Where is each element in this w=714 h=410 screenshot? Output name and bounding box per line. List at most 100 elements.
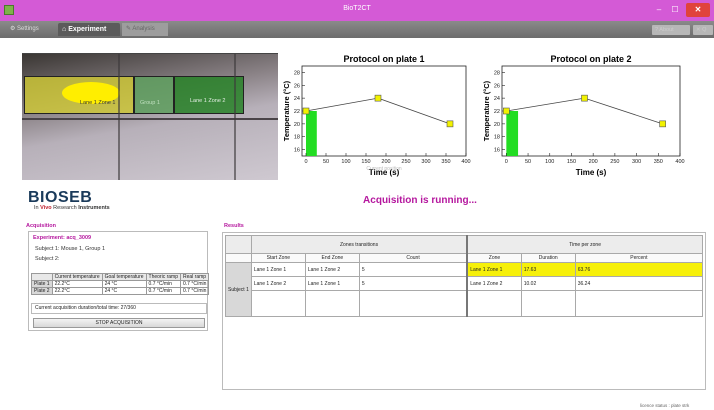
tab-experiment[interactable]: ⌂ Experiment <box>58 23 120 36</box>
chart-svg: Protocol on plate 1 16 18 20 22 24 26 28 0 50 100 1… <box>282 54 471 177</box>
group-header-transitions: Zones transitions <box>250 235 468 254</box>
group-header-time: Time per zone <box>466 235 704 254</box>
x-tick-label: 350 <box>654 159 663 165</box>
y-tick-label: 28 <box>294 70 300 76</box>
stop-acquisition-button[interactable]: STOP ACQUISITION <box>33 318 205 328</box>
x-axis-label: Time (s) <box>576 168 607 177</box>
x-tick-label: 150 <box>361 159 370 165</box>
y-tick-label: 18 <box>294 135 300 141</box>
table-cell: Lane 1 Zone 2 <box>304 262 360 277</box>
results-panel-title: Results <box>224 223 244 229</box>
y-axis-label: Temperature (°C) <box>482 80 491 141</box>
column-header: Real ramp <box>179 273 210 281</box>
column-header: Count <box>358 253 468 263</box>
tab-settings-label: Settings <box>17 26 39 32</box>
table-cell: 36.24 <box>574 276 704 291</box>
plate-divider-vertical <box>118 54 120 180</box>
tab-bar: ⚙ Settings ⌂ Experiment ✎ Analysis ? Abo… <box>0 21 714 38</box>
y-tick-label: 24 <box>494 96 500 102</box>
table-cell: 5 <box>358 262 468 277</box>
results-table: Zones transitions Time per zone Start Zo… <box>225 235 704 317</box>
plate-temperature-table: Current temperature Goal temperature The… <box>31 273 210 295</box>
table-cell: 22.2°C <box>51 280 103 288</box>
progress-bar <box>306 111 317 156</box>
tab-settings[interactable]: ⚙ Settings <box>6 23 54 36</box>
acquisition-box: Experiment: acq_3009 Subject 1: Mouse 1,… <box>28 231 210 331</box>
table-cell <box>358 290 468 317</box>
table-cell <box>304 290 360 317</box>
logo-tagline-mid: Research <box>51 205 79 211</box>
x-tick-label: 350 <box>441 159 450 165</box>
close-button[interactable]: ✕ <box>686 3 710 17</box>
x-tick-label: 0 <box>304 159 307 165</box>
table-header-row: Current temperature Goal temperature The… <box>31 273 210 281</box>
chart-overlay-label: Current position <box>366 166 402 172</box>
bioseb-logo: BIOSEB In Vivo Research Instruments <box>28 189 138 215</box>
video-feed: Lane 1 Zone 1 Group 1 Lane 1 Zone 2 <box>22 53 278 180</box>
corner-header <box>225 253 252 263</box>
table-cell: Lane 1 Zone 2 <box>466 276 522 291</box>
tab-analysis[interactable]: ✎ Analysis <box>122 23 168 36</box>
table-cell: Lane 1 Zone 1 <box>466 262 522 277</box>
y-tick-label: 16 <box>494 148 500 154</box>
column-header <box>31 273 53 281</box>
zone-label: Lane 1 Zone 1 <box>80 100 116 106</box>
maximize-button[interactable]: ☐ <box>668 3 682 17</box>
table-row: Plate 2 22.2°C 24 °C 0.7 °C/min 0.7 °C/m… <box>31 287 210 295</box>
data-point <box>581 94 588 102</box>
logo-tagline: In Vivo Research Instruments <box>34 205 110 211</box>
x-tick-label: 400 <box>461 159 470 165</box>
table-cell: 0.7 °C/min <box>145 280 181 288</box>
table-cell: 0.7 °C/min <box>179 287 210 295</box>
logo-tagline-vivo: Vivo <box>40 205 52 211</box>
x-tick-label: 100 <box>341 159 350 165</box>
zone-group <box>134 76 174 114</box>
table-cell: 0.7 °C/min <box>179 280 210 288</box>
column-header: Duration <box>520 253 576 263</box>
title-bar: BioT2CT – ☐ ✕ <box>0 0 714 21</box>
y-tick-label: 16 <box>294 148 300 154</box>
x-tick-label: 150 <box>567 159 576 165</box>
table-cell: Lane 1 Zone 2 <box>250 276 306 291</box>
results-panel: Results Zones transitions Time per zone … <box>222 223 706 391</box>
tab-experiment-label: Experiment <box>68 26 107 33</box>
x-tick-label: 50 <box>323 159 329 165</box>
about-button[interactable]: ? About <box>652 25 690 35</box>
plate-floor <box>22 54 278 180</box>
table-cell: 24 °C <box>101 287 147 295</box>
table-cell: 0.7 °C/min <box>145 287 181 295</box>
table-cell: 10.02 <box>520 276 576 291</box>
table-cell: Lane 1 Zone 1 <box>304 276 360 291</box>
x-tick-label: 300 <box>632 159 641 165</box>
x-tick-label: 200 <box>381 159 390 165</box>
table-cell <box>250 290 306 317</box>
about-label: About <box>659 27 674 33</box>
table-group-header-row: Zones transitions Time per zone <box>225 235 704 254</box>
minimize-button[interactable]: – <box>652 3 666 17</box>
acquisition-duration: Current acquisition duration/total time:… <box>31 303 207 314</box>
acquisition-status: Acquisition is running... <box>363 195 477 206</box>
subject-2-info: Subject 2: <box>35 256 60 262</box>
x-tick-label: 300 <box>421 159 430 165</box>
y-tick-label: 24 <box>294 96 300 102</box>
licence-status: licence status : plate strk <box>640 403 690 408</box>
x-tick-label: 100 <box>545 159 554 165</box>
plate-divider-vertical <box>234 54 236 180</box>
y-tick-label: 28 <box>494 70 500 76</box>
table-cell <box>466 290 522 317</box>
row-header: Plate 1 <box>31 280 53 288</box>
chart-title: Protocol on plate 1 <box>343 54 424 64</box>
protocol-chart-plate-1: Protocol on plate 1 16 18 20 22 24 26 28 0 50 100 1… <box>280 53 480 183</box>
quit-button[interactable]: ✕ Q <box>693 25 713 35</box>
table-cell <box>574 290 704 317</box>
protocol-chart-plate-2: Protocol on plate 2 16 18 20 22 24 26 28 0 50 100 1… <box>480 53 694 183</box>
table-cell: 63.76 <box>574 262 704 277</box>
data-point <box>659 120 666 128</box>
table-cell: 5 <box>358 276 468 291</box>
column-header: Zone <box>466 253 522 263</box>
chart-title: Protocol on plate 2 <box>550 54 631 64</box>
data-point <box>503 107 510 115</box>
data-point <box>302 107 310 115</box>
acquisition-panel: Acquisition Experiment: acq_3009 Subject… <box>24 223 212 333</box>
y-tick-label: 20 <box>294 122 300 128</box>
